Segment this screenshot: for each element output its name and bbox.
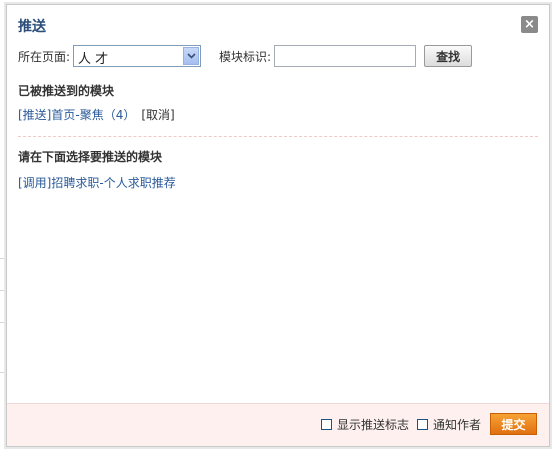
candidate-module-link[interactable]: [调用]招聘求职-个人求职推荐 [18,176,176,190]
find-button[interactable]: 查找 [424,45,473,67]
pushed-modules-heading: 已被推送到的模块 [18,84,115,98]
filter-row: 所在页面: 人 才 模块标识: 查找 [18,44,473,68]
candidate-module-item: [调用]招聘求职-个人求职推荐 [18,174,176,191]
push-dialog: 推送 × 所在页面: 人 才 模块标识: 查找 已被推送到的模块 [推送]首页-… [6,4,550,447]
pushed-module-link[interactable]: [推送]首页-聚焦（4） [18,108,135,122]
page-select[interactable]: 人 才 [73,45,202,67]
submit-button[interactable]: 提交 [490,413,537,435]
footer-controls: 显示推送标志 通知作者 提交 [320,413,537,435]
notify-author-checkbox[interactable] [416,418,428,430]
chevron-down-icon[interactable] [183,47,200,65]
cancel-push-link[interactable]: [取消] [141,108,174,122]
pushed-module-item: [推送]首页-聚焦（4） [取消] [18,106,175,123]
close-button[interactable]: × [521,16,538,33]
dialog-footer: 显示推送标志 通知作者 提交 [7,403,549,446]
module-id-input[interactable] [274,45,417,67]
show-flag-checkbox[interactable] [320,418,332,430]
section-divider [18,136,538,137]
page-select-value: 人 才 [78,52,109,67]
notify-author-label: 通知作者 [432,417,481,432]
show-flag-label: 显示推送标志 [336,417,409,432]
choose-modules-heading: 请在下面选择要推送的模块 [18,150,163,164]
module-label: 模块标识: [219,49,272,64]
dialog-title: 推送 [18,19,46,35]
page-label: 所在页面: [18,49,71,64]
